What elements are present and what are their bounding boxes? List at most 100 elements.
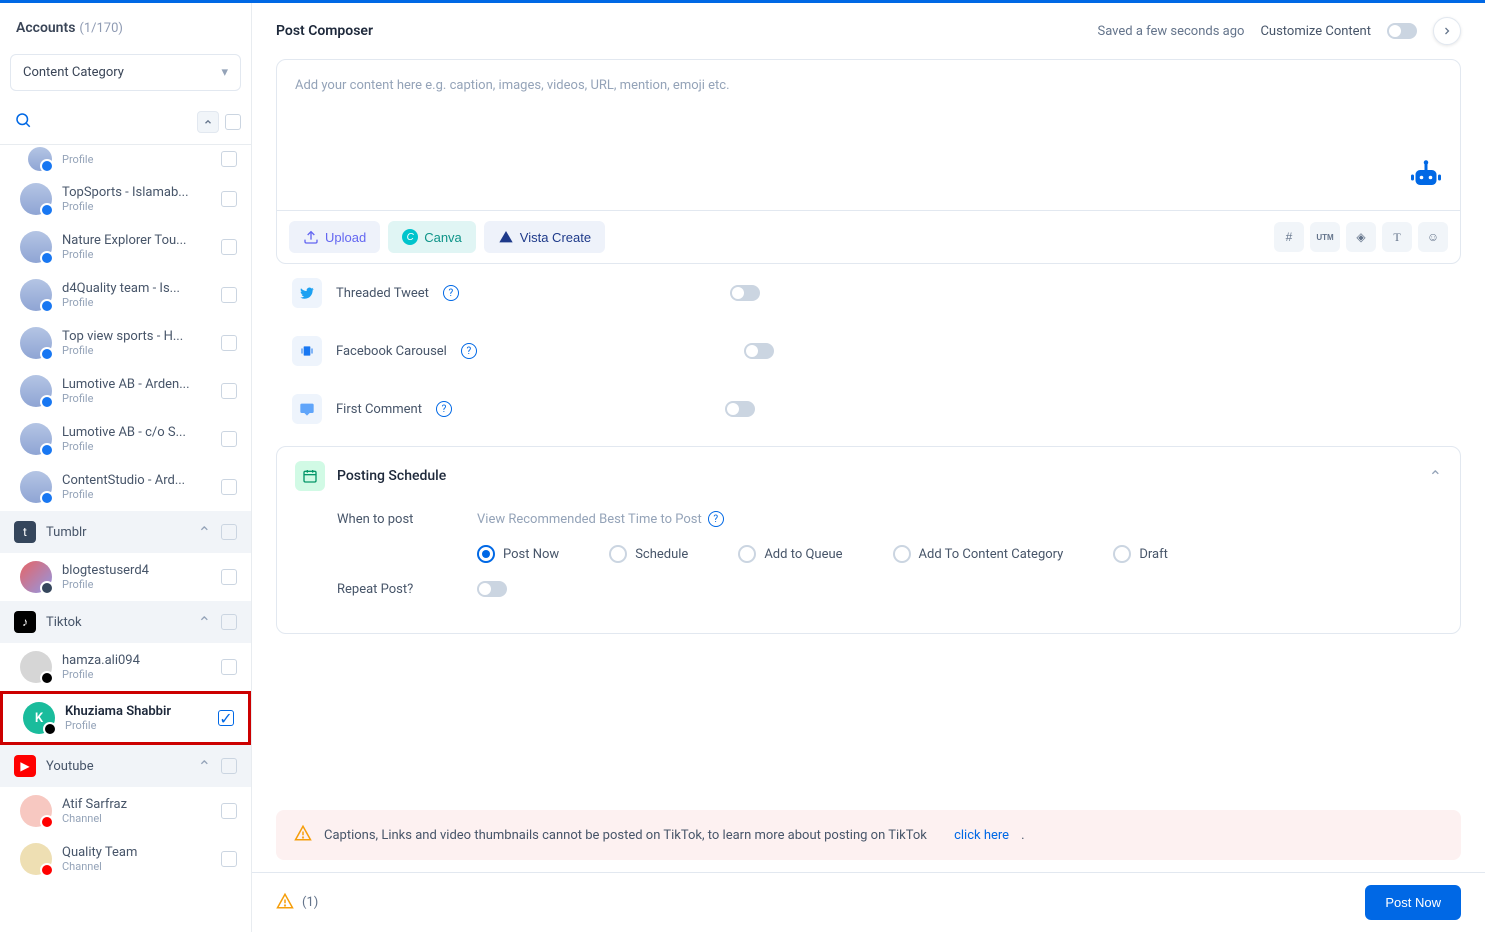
group-tumblr[interactable]: t Tumblr ⌃ bbox=[0, 511, 251, 553]
account-row[interactable]: TopSports - Islamab... Profile bbox=[0, 175, 251, 223]
facebook-carousel-option: Facebook Carousel ? bbox=[276, 322, 1461, 380]
group-tiktok[interactable]: ♪ Tiktok ⌃ bbox=[0, 601, 251, 643]
option-label: Threaded Tweet bbox=[336, 286, 429, 301]
hashtag-button[interactable]: # bbox=[1274, 222, 1304, 252]
account-row[interactable]: Nature Explorer Tou... Profile bbox=[0, 223, 251, 271]
next-button[interactable] bbox=[1433, 17, 1461, 45]
carousel-toggle[interactable] bbox=[744, 343, 774, 359]
account-name: TopSports - Islamab... bbox=[62, 185, 211, 200]
account-type: Profile bbox=[62, 392, 211, 405]
radio-content-category[interactable]: Add To Content Category bbox=[893, 545, 1064, 563]
account-type: Profile bbox=[62, 440, 211, 453]
account-row[interactable]: Quality Team Channel bbox=[0, 835, 251, 883]
account-checkbox[interactable] bbox=[221, 851, 237, 867]
account-name: Lumotive AB - Arden... bbox=[62, 377, 211, 392]
group-label: Tiktok bbox=[46, 615, 188, 630]
chevron-up-icon[interactable]: ⌃ bbox=[198, 523, 211, 542]
best-time-link[interactable]: View Recommended Best Time to Post ? bbox=[477, 511, 724, 527]
account-row[interactable]: Lumotive AB - Arden... Profile bbox=[0, 367, 251, 415]
account-row[interactable]: ContentStudio - Ard... Profile bbox=[0, 463, 251, 511]
account-checkbox[interactable]: ✓ bbox=[218, 710, 234, 726]
account-checkbox[interactable] bbox=[221, 239, 237, 255]
account-checkbox[interactable] bbox=[221, 151, 237, 167]
radio-schedule[interactable]: Schedule bbox=[609, 545, 688, 563]
search-button[interactable] bbox=[10, 107, 36, 136]
account-checkbox[interactable] bbox=[221, 383, 237, 399]
content-category-select[interactable]: Content Category ▾ bbox=[10, 54, 241, 91]
first-comment-toggle[interactable] bbox=[725, 401, 755, 417]
help-icon[interactable]: ? bbox=[443, 285, 459, 301]
select-all-checkbox[interactable] bbox=[225, 114, 241, 130]
account-checkbox[interactable] bbox=[221, 803, 237, 819]
account-name: Top view sports - H... bbox=[62, 329, 211, 344]
emoji-icon: ☺ bbox=[1427, 230, 1439, 244]
account-checkbox[interactable] bbox=[221, 569, 237, 585]
group-checkbox[interactable] bbox=[221, 758, 237, 774]
group-label: Tumblr bbox=[46, 525, 188, 540]
account-row[interactable]: Top view sports - H... Profile bbox=[0, 319, 251, 367]
group-checkbox[interactable] bbox=[221, 524, 237, 540]
hash-icon: # bbox=[1286, 230, 1293, 244]
threaded-tweet-option: Threaded Tweet ? bbox=[276, 264, 1461, 322]
account-type: Profile bbox=[65, 719, 208, 732]
collapse-all-button[interactable] bbox=[197, 111, 219, 133]
repeat-toggle[interactable] bbox=[477, 581, 507, 597]
help-icon[interactable]: ? bbox=[708, 511, 724, 527]
account-type: Channel bbox=[62, 812, 211, 825]
account-checkbox[interactable] bbox=[221, 287, 237, 303]
help-icon[interactable]: ? bbox=[461, 343, 477, 359]
account-row[interactable]: Atif Sarfraz Channel bbox=[0, 787, 251, 835]
vista-icon bbox=[498, 229, 514, 245]
account-checkbox[interactable] bbox=[221, 479, 237, 495]
ai-assistant-icon[interactable] bbox=[1408, 158, 1444, 198]
editor-placeholder: Add your content here e.g. caption, imag… bbox=[295, 78, 1442, 93]
account-name: d4Quality team - Is... bbox=[62, 281, 211, 296]
customize-toggle[interactable] bbox=[1387, 23, 1417, 39]
account-row[interactable]: hamza.ali094 Profile bbox=[0, 643, 251, 691]
account-type: Profile bbox=[62, 668, 211, 681]
text-icon: T bbox=[1393, 230, 1400, 245]
post-now-button[interactable]: Post Now bbox=[1365, 885, 1461, 920]
first-comment-option: First Comment ? bbox=[276, 380, 1461, 438]
tiktok-icon: ♪ bbox=[14, 611, 36, 633]
account-checkbox[interactable] bbox=[221, 191, 237, 207]
twitter-icon bbox=[292, 278, 322, 308]
content-editor[interactable]: Add your content here e.g. caption, imag… bbox=[277, 60, 1460, 210]
text-format-button[interactable]: T bbox=[1382, 222, 1412, 252]
when-to-post-label: When to post bbox=[337, 512, 477, 527]
utm-button[interactable]: UTM bbox=[1310, 222, 1340, 252]
account-checkbox[interactable] bbox=[221, 659, 237, 675]
account-row[interactable]: blogtestuserd4 Profile bbox=[0, 553, 251, 601]
chevron-up-icon[interactable]: ⌃ bbox=[198, 613, 211, 632]
chevron-up-icon[interactable]: ⌃ bbox=[198, 757, 211, 776]
account-row[interactable]: d4Quality team - Is... Profile bbox=[0, 271, 251, 319]
chevron-up-icon[interactable]: ⌃ bbox=[1429, 467, 1442, 486]
emoji-button[interactable]: ☺ bbox=[1418, 222, 1448, 252]
account-row[interactable]: Lumotive AB - c/o S... Profile bbox=[0, 415, 251, 463]
radio-queue[interactable]: Add to Queue bbox=[738, 545, 842, 563]
group-checkbox[interactable] bbox=[221, 614, 237, 630]
option-label: First Comment bbox=[336, 402, 422, 417]
link-button[interactable]: ◈ bbox=[1346, 222, 1376, 252]
account-type: Profile bbox=[62, 488, 211, 501]
account-row[interactable]: K Khuziama Shabbir Profile ✓ bbox=[3, 694, 248, 742]
accounts-sidebar: Accounts (1/170) Content Category ▾ Prof… bbox=[0, 3, 252, 932]
radio-draft[interactable]: Draft bbox=[1113, 545, 1168, 563]
account-checkbox[interactable] bbox=[221, 335, 237, 351]
group-youtube[interactable]: ▶ Youtube ⌃ bbox=[0, 745, 251, 787]
account-checkbox[interactable] bbox=[221, 431, 237, 447]
upload-button[interactable]: Upload bbox=[289, 221, 380, 253]
click-here-link[interactable]: click here bbox=[954, 828, 1009, 843]
radio-post-now[interactable]: Post Now bbox=[477, 545, 559, 563]
youtube-icon: ▶ bbox=[14, 755, 36, 777]
category-label: Content Category bbox=[23, 65, 124, 80]
radio-icon bbox=[609, 545, 627, 563]
vista-create-button[interactable]: Vista Create bbox=[484, 221, 605, 253]
account-name: blogtestuserd4 bbox=[62, 563, 211, 578]
radio-icon bbox=[738, 545, 756, 563]
help-icon[interactable]: ? bbox=[436, 401, 452, 417]
threaded-toggle[interactable] bbox=[730, 285, 760, 301]
comment-icon bbox=[292, 394, 322, 424]
account-name: hamza.ali094 bbox=[62, 653, 211, 668]
canva-button[interactable]: C Canva bbox=[388, 221, 476, 253]
